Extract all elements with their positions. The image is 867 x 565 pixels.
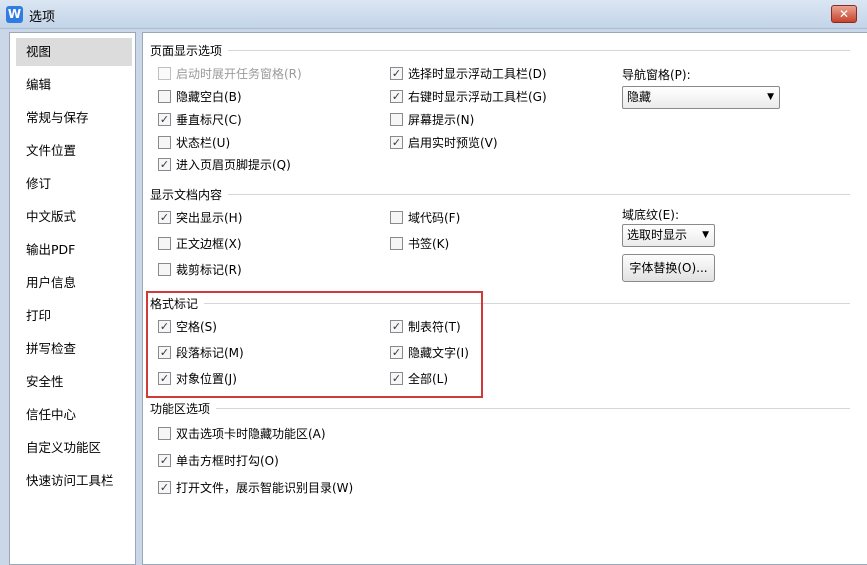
checkbox-label: 右键时显示浮动工具栏(G) [408, 90, 547, 104]
checkbox-box[interactable] [158, 263, 171, 276]
checkbox-field-codes[interactable]: 域代码(F) [390, 209, 460, 227]
sidebar-item-file-location[interactable]: 文件位置 [16, 137, 132, 165]
field-shading-value: 选取时显示 [627, 228, 688, 242]
dropdown-arrow-icon: ▼ [702, 230, 709, 240]
sidebar-item-user-info[interactable]: 用户信息 [16, 269, 132, 297]
checkbox-label: 进入页眉页脚提示(Q) [176, 158, 291, 172]
field-shading-select[interactable]: 选取时显示 ▼ [622, 224, 715, 247]
field-shading-label: 域底纹(E): [622, 208, 679, 222]
section-divider [228, 50, 850, 51]
close-button[interactable]: ✕ [831, 5, 857, 23]
checkbox-crop-marks[interactable]: 裁剪标记(R) [158, 261, 242, 279]
checkbox-label: 选择时显示浮动工具栏(D) [408, 67, 547, 81]
checkbox-screen-tips[interactable]: 屏幕提示(N) [390, 111, 474, 129]
nav-pane-label: 导航窗格(P): [622, 68, 691, 82]
checkbox-box[interactable] [158, 67, 171, 80]
checkbox-box[interactable]: ✓ [390, 67, 403, 80]
checkbox-label: 突出显示(H) [176, 211, 243, 225]
format-marks-highlight-box [146, 291, 483, 398]
checkbox-box[interactable] [158, 427, 171, 440]
section-ribbon-options: 功能区选项 [150, 402, 211, 416]
checkbox-label: 垂直标尺(C) [176, 113, 242, 127]
checkbox-label: 双击选项卡时隐藏功能区(A) [176, 427, 326, 441]
section-page-display: 页面显示选项 [150, 44, 223, 58]
checkbox-box[interactable] [390, 237, 403, 250]
checkbox-label: 正文边框(X) [176, 237, 242, 251]
wps-app-icon: W [6, 6, 23, 23]
sidebar-item-security[interactable]: 安全性 [16, 368, 132, 396]
sidebar-item-customize-ribbon[interactable]: 自定义功能区 [16, 434, 132, 462]
checkbox-label: 裁剪标记(R) [176, 263, 242, 277]
checkbox-label: 状态栏(U) [176, 136, 231, 150]
checkbox-label: 域代码(F) [408, 211, 461, 225]
checkbox-floating-toolbar-rightclick[interactable]: ✓ 右键时显示浮动工具栏(G) [390, 88, 547, 106]
checkbox-click-box-check[interactable]: ✓ 单击方框时打勾(O) [158, 452, 279, 470]
checkbox-box[interactable] [390, 113, 403, 126]
checkbox-box[interactable] [158, 136, 171, 149]
dropdown-arrow-icon: ▼ [767, 92, 774, 102]
sidebar-item-general-save[interactable]: 常规与保存 [16, 104, 132, 132]
sidebar-item-chinese-layout[interactable]: 中文版式 [16, 203, 132, 231]
checkbox-box[interactable] [158, 237, 171, 250]
section-divider [216, 408, 850, 409]
nav-pane-value: 隐藏 [627, 90, 652, 104]
checkbox-box[interactable] [158, 90, 171, 103]
sidebar-item-spell-check[interactable]: 拼写检查 [16, 335, 132, 363]
checkbox-box[interactable] [390, 211, 403, 224]
checkbox-label: 屏幕提示(N) [408, 113, 475, 127]
checkbox-box[interactable]: ✓ [158, 158, 171, 171]
checkbox-floating-toolbar-select[interactable]: ✓ 选择时显示浮动工具栏(D) [390, 65, 547, 83]
sidebar: 视图 编辑 常规与保存 文件位置 修订 中文版式 输出PDF 用户信息 打印 拼… [9, 32, 136, 565]
checkbox-live-preview[interactable]: ✓ 启用实时预览(V) [390, 134, 498, 152]
title-bar: W 选项 ✕ [0, 0, 867, 29]
checkbox-label: 隐藏空白(B) [176, 90, 242, 104]
checkbox-box[interactable]: ✓ [158, 211, 171, 224]
checkbox-status-bar[interactable]: 状态栏(U) [158, 134, 230, 152]
section-document-content: 显示文档内容 [150, 188, 223, 202]
checkbox-box[interactable]: ✓ [158, 481, 171, 494]
checkbox-vertical-ruler[interactable]: ✓ 垂直标尺(C) [158, 111, 242, 129]
checkbox-label: 书签(K) [408, 237, 450, 251]
checkbox-label: 启用实时预览(V) [408, 136, 498, 150]
checkbox-box[interactable]: ✓ [390, 136, 403, 149]
checkbox-box[interactable]: ✓ [158, 454, 171, 467]
checkbox-box[interactable]: ✓ [390, 90, 403, 103]
sidebar-item-revision[interactable]: 修订 [16, 170, 132, 198]
checkbox-box[interactable]: ✓ [158, 113, 171, 126]
sidebar-item-trust-center[interactable]: 信任中心 [16, 401, 132, 429]
sidebar-item-quick-access-toolbar[interactable]: 快速访问工具栏 [16, 467, 132, 495]
sidebar-item-view[interactable]: 视图 [16, 38, 132, 66]
checkbox-dblclick-hide-ribbon[interactable]: 双击选项卡时隐藏功能区(A) [158, 425, 326, 443]
sidebar-item-export-pdf[interactable]: 输出PDF [16, 236, 132, 264]
font-substitution-button[interactable]: 字体替换(O)... [622, 254, 715, 282]
nav-pane-select[interactable]: 隐藏 ▼ [622, 86, 780, 109]
checkbox-hide-whitespace[interactable]: 隐藏空白(B) [158, 88, 242, 106]
checkbox-startup-taskpane[interactable]: 启动时展开任务窗格(R) [158, 65, 302, 83]
checkbox-label: 打开文件，展示智能识别目录(W) [176, 481, 354, 495]
checkbox-header-footer-hint[interactable]: ✓ 进入页眉页脚提示(Q) [158, 156, 291, 174]
checkbox-label: 单击方框时打勾(O) [176, 454, 279, 468]
checkbox-bookmarks[interactable]: 书签(K) [390, 235, 449, 253]
window-title: 选项 [29, 10, 56, 25]
sidebar-item-print[interactable]: 打印 [16, 302, 132, 330]
section-divider [228, 194, 850, 195]
checkbox-open-file-toc[interactable]: ✓ 打开文件，展示智能识别目录(W) [158, 479, 353, 497]
sidebar-item-edit[interactable]: 编辑 [16, 71, 132, 99]
checkbox-text-boundaries[interactable]: 正文边框(X) [158, 235, 242, 253]
checkbox-label: 启动时展开任务窗格(R) [176, 67, 302, 81]
checkbox-highlight[interactable]: ✓ 突出显示(H) [158, 209, 242, 227]
